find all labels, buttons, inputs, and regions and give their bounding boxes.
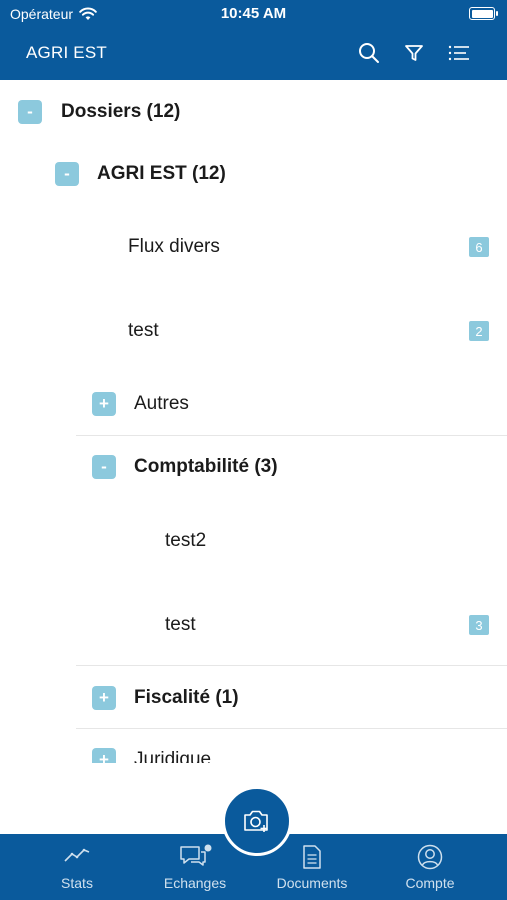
collapse-toggle[interactable]: -	[55, 162, 79, 186]
chart-icon	[14, 844, 140, 870]
list-icon[interactable]	[446, 40, 472, 66]
battery-icon	[469, 7, 498, 20]
filter-icon[interactable]	[401, 40, 427, 66]
collapse-toggle[interactable]: -	[92, 455, 116, 479]
search-icon[interactable]	[356, 40, 382, 66]
tree-node-compta-test[interactable]: test 3	[0, 611, 507, 639]
tree-node-comptabilite[interactable]: - Comptabilité (3)	[0, 453, 507, 481]
tree-node-label: Comptabilité (3)	[134, 456, 278, 477]
divider	[76, 435, 507, 436]
tree-node-label: Flux divers	[128, 236, 220, 257]
tree-node-juridique[interactable]: + Juridique	[0, 746, 507, 763]
expand-toggle[interactable]: +	[92, 748, 116, 763]
account-icon	[367, 844, 493, 870]
tree-node-test[interactable]: test 2	[0, 317, 507, 345]
tab-label: Echanges	[163, 875, 227, 891]
folder-tree: - Dossiers (12) - AGRI EST (12) Flux div…	[0, 80, 507, 763]
divider	[76, 665, 507, 666]
page-title: AGRI EST	[26, 43, 107, 62]
tree-node-dossiers[interactable]: - Dossiers (12)	[0, 98, 507, 126]
tree-node-label: test	[165, 614, 196, 635]
count-badge: 6	[469, 237, 489, 257]
tree-node-test2[interactable]: test2	[0, 527, 507, 555]
tree-node-agri-est[interactable]: - AGRI EST (12)	[0, 160, 507, 188]
tree-node-label: Dossiers (12)	[61, 101, 181, 122]
count-badge: 3	[469, 615, 489, 635]
header: Opérateur 10:45 AM AGRI EST	[0, 0, 507, 80]
tab-stats[interactable]: Stats	[14, 834, 140, 900]
status-bar: Opérateur 10:45 AM	[0, 0, 507, 30]
clock: 10:45 AM	[220, 5, 287, 22]
collapse-toggle[interactable]: -	[18, 100, 42, 124]
add-photo-button[interactable]	[222, 786, 292, 856]
tree-node-label: Autres	[134, 393, 189, 414]
tab-compte[interactable]: Compte	[367, 834, 493, 900]
count-badge: 2	[469, 321, 489, 341]
tab-label: Documents	[276, 875, 348, 891]
tree-node-autres[interactable]: + Autres	[0, 390, 507, 418]
divider	[76, 728, 507, 729]
camera-add-icon	[244, 810, 268, 832]
tree-node-flux-divers[interactable]: Flux divers 6	[0, 233, 507, 261]
tree-node-label: test2	[165, 530, 207, 551]
tree-node-label: Fiscalité (1)	[134, 687, 239, 708]
expand-toggle[interactable]: +	[92, 392, 116, 416]
tree-node-label: Juridique	[134, 749, 212, 763]
expand-toggle[interactable]: +	[92, 686, 116, 710]
tree-node-fiscalite[interactable]: + Fiscalité (1)	[0, 684, 507, 712]
tree-node-label: test	[128, 320, 159, 341]
app-bar: AGRI EST	[0, 30, 507, 80]
tab-label: Compte	[405, 875, 455, 891]
tree-node-label: AGRI EST (12)	[97, 163, 226, 184]
tab-label: Stats	[61, 875, 93, 891]
